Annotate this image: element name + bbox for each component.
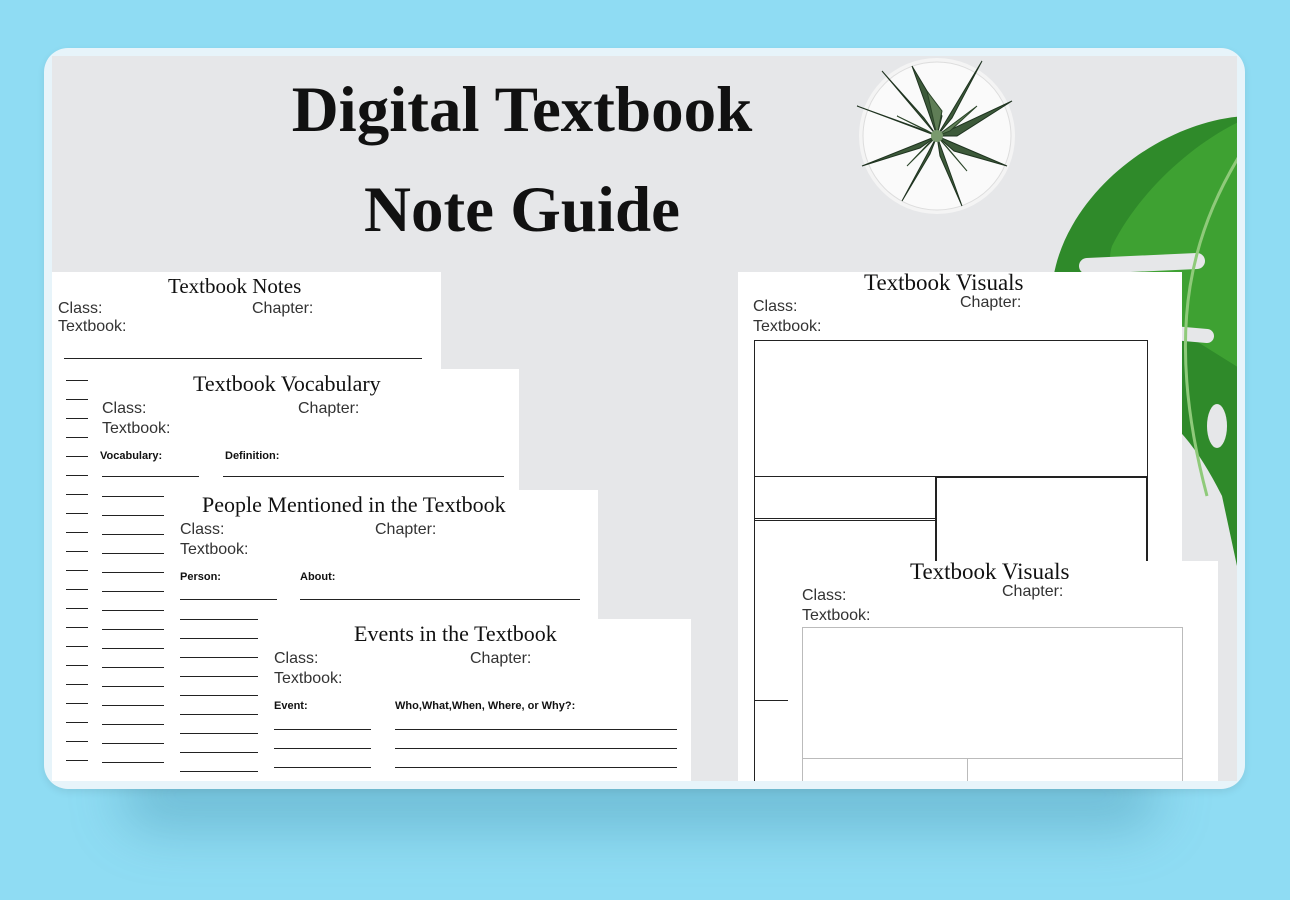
class-label: Class: [274,650,319,667]
about-line [300,599,580,600]
class-label: Class: [102,400,147,417]
product-image: Digital Textbook Note Guide Textbook Not… [52,56,1237,781]
title-line-2: Note Guide [364,174,680,246]
sheet-events: Events in the Textbook Class: Chapter: T… [264,619,691,781]
vocabulary-column-label: Vocabulary: [100,450,163,462]
visual-box-large [802,627,1183,759]
class-label: Class: [180,521,225,538]
textbook-label: Textbook: [274,670,343,687]
event-column-label: Event: [274,700,308,712]
visual-box-bottom-right [967,758,1183,781]
person-column-label: Person: [180,571,221,583]
visual-box-bottom-left [802,758,968,781]
chapter-label: Chapter: [960,294,1022,311]
chapter-label: Chapter: [252,300,314,317]
divider-line [64,358,422,359]
sheet-title: People Mentioned in the Textbook [202,492,506,517]
sheet-title: Textbook Visuals [864,270,1024,295]
chapter-label: Chapter: [298,400,360,417]
class-label: Class: [753,298,798,315]
textbook-label: Textbook: [180,541,249,558]
class-label: Class: [58,300,103,317]
page-title: Digital Textbook Note Guide [232,60,812,260]
class-label: Class: [802,587,847,604]
definition-column-label: Definition: [225,450,280,462]
sheet-title: Textbook Notes [168,274,302,298]
sheet-textbook-visuals-front: Textbook Visuals Class: Chapter: Textboo… [802,559,1218,781]
sheet-title: Events in the Textbook [354,621,557,646]
person-line [180,599,277,600]
visual-box-small-left [754,476,937,521]
product-card: Digital Textbook Note Guide Textbook Not… [44,48,1245,789]
visual-tick [754,700,788,701]
title-line-1: Digital Textbook [291,74,753,146]
who-what-column-label: Who,What,When, Where, or Why?: [395,700,576,712]
sheet-title: Textbook Vocabulary [193,371,381,396]
textbook-label: Textbook: [102,420,171,437]
textbook-label: Textbook: [753,318,822,335]
sheet-title: Textbook Visuals [910,559,1070,584]
textbook-label: Textbook: [58,318,127,335]
textbook-label: Textbook: [802,607,871,624]
definition-line [223,476,504,477]
chapter-label: Chapter: [375,521,437,538]
visual-box-large [754,340,1148,477]
chapter-label: Chapter: [470,650,532,667]
vocabulary-line [102,476,199,477]
chapter-label: Chapter: [1002,583,1064,600]
about-column-label: About: [300,571,336,583]
